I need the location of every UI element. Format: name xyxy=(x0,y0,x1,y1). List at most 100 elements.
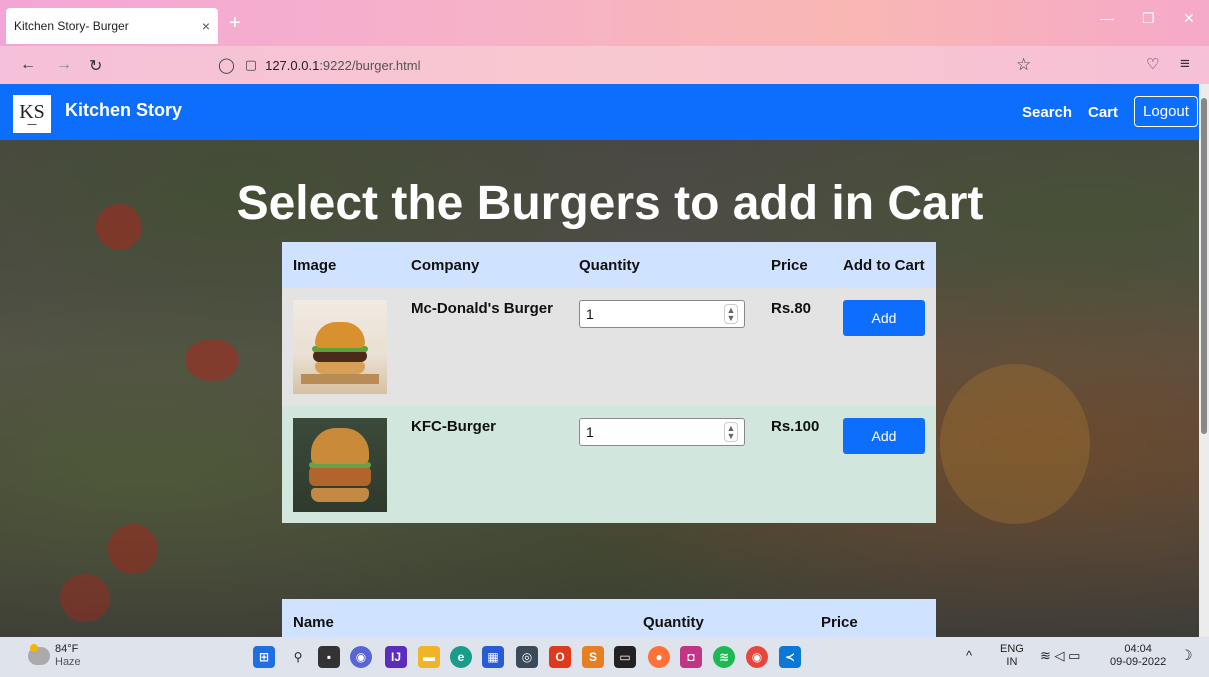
file-explorer-icon[interactable]: ▬ xyxy=(418,646,440,668)
store-icon[interactable]: ▦ xyxy=(482,646,504,668)
browser-tabbar: Kitchen Story- Burger × + — ❐ ✕ xyxy=(0,0,1209,46)
hamburger-menu-icon[interactable]: ≡ xyxy=(1180,54,1190,74)
spinner-icon[interactable]: ▲ ▼ xyxy=(724,304,738,324)
sublime-icon[interactable]: S xyxy=(582,646,604,668)
wifi-volume-battery-icon[interactable]: ≋ ◁ ▭ xyxy=(1040,649,1080,662)
clock-time: 04:04 xyxy=(1124,643,1152,655)
column-header: Company xyxy=(411,256,480,274)
column-header: Price xyxy=(771,256,808,274)
chrome-icon[interactable]: ◉ xyxy=(746,646,768,668)
salad-decoration xyxy=(940,364,1090,524)
spotify-icon[interactable]: ≋ xyxy=(713,646,735,668)
close-tab-icon[interactable]: × xyxy=(202,18,210,34)
pocket-icon[interactable]: ♡ xyxy=(1146,55,1159,73)
logo-underline: ▬▬▬ xyxy=(27,122,37,126)
column-header: Quantity xyxy=(643,614,704,631)
quantity-input[interactable]: 1 ▲ ▼ xyxy=(579,418,745,446)
restore-icon[interactable]: ❐ xyxy=(1142,10,1155,27)
tomato-decoration xyxy=(185,339,239,381)
url-path: :9222/burger.html xyxy=(319,57,421,73)
new-tab-icon[interactable]: + xyxy=(229,12,241,35)
tomato-decoration xyxy=(60,574,110,622)
windows-taskbar: 84°F Haze ⊞ ⚲ ▪ ◉ IJ ▬ e ▦ ◎ O S ▭ ● ◘ ≋… xyxy=(0,637,1209,677)
browser-toolbar: ← → ↻ ◯ ▢ 127.0.0.1 :9222/burger.html ☆ … xyxy=(0,46,1209,84)
url-host: 127.0.0.1 xyxy=(265,57,320,73)
back-icon[interactable]: ← xyxy=(20,56,36,74)
kitchen-story-logo[interactable]: KS ▬▬▬ xyxy=(13,95,51,133)
page-viewport: KS ▬▬▬ Kitchen Story Search Cart Logout … xyxy=(0,84,1209,637)
weather-icon xyxy=(28,644,50,665)
windows-start-icon[interactable]: ⊞ xyxy=(253,646,275,668)
column-header: Image xyxy=(293,256,337,274)
bookmark-star-icon[interactable]: ☆ xyxy=(1016,55,1031,75)
action-cell: Add xyxy=(832,406,936,523)
product-table: Image Company Quantity Price Add to Cart… xyxy=(282,242,936,523)
column-header: Price xyxy=(821,614,858,631)
quantity-value: 1 xyxy=(586,424,594,440)
terminal-icon[interactable]: ▭ xyxy=(614,646,636,668)
page-title: Select the Burgers to add in Cart xyxy=(236,177,984,230)
scrollbar-thumb[interactable] xyxy=(1201,98,1207,434)
brand-name[interactable]: Kitchen Story xyxy=(65,100,182,121)
region-code: IN xyxy=(1006,656,1018,668)
image-cell xyxy=(282,288,400,406)
browser-tab[interactable]: Kitchen Story- Burger × xyxy=(6,8,218,44)
forward-icon[interactable]: → xyxy=(56,56,72,74)
language-indicator[interactable]: ENG IN xyxy=(1000,643,1024,669)
top-navbar: KS ▬▬▬ Kitchen Story Search Cart Logout xyxy=(0,84,1199,140)
clock-date: 09-09-2022 xyxy=(1110,656,1167,668)
add-to-cart-button[interactable]: Add xyxy=(843,418,925,454)
quantity-value: 1 xyxy=(586,306,594,322)
company-cell: KFC-Burger xyxy=(411,418,496,435)
weather-condition: Haze xyxy=(55,656,81,668)
tab-title: Kitchen Story- Burger xyxy=(14,19,129,33)
cart-label: Cart xyxy=(1088,104,1119,121)
chat-icon[interactable]: ◉ xyxy=(350,646,372,668)
price-cell: Rs.100 xyxy=(771,418,820,435)
logout-button[interactable]: Logout xyxy=(1134,96,1198,127)
address-bar[interactable]: ◯ ▢ 127.0.0.1 :9222/burger.html xyxy=(218,53,1038,77)
page-icon: ▢ xyxy=(244,57,258,72)
nav-cart-link[interactable]: Cart xyxy=(1088,104,1118,121)
instagram-icon[interactable]: ◘ xyxy=(680,646,702,668)
column-header: Name xyxy=(293,614,334,631)
shield-icon: ◯ xyxy=(218,57,235,74)
eclipse-icon[interactable]: ◎ xyxy=(516,646,538,668)
price-cell: Rs.80 xyxy=(771,300,812,317)
clock[interactable]: 04:04 09-09-2022 xyxy=(1110,643,1166,669)
logo-text: KS xyxy=(19,101,45,123)
quantity-cell: 1 ▲ ▼ xyxy=(568,288,760,406)
close-window-icon[interactable]: ✕ xyxy=(1183,10,1195,27)
cart-table-header: Name Quantity Price xyxy=(282,599,936,637)
add-to-cart-button[interactable]: Add xyxy=(843,300,925,336)
table-row: Mc-Donald's Burger 1 ▲ ▼ Rs.80 Add xyxy=(282,288,936,406)
quantity-cell: 1 ▲ ▼ xyxy=(568,406,760,523)
office-icon[interactable]: O xyxy=(549,646,571,668)
mcdonalds-burger-image xyxy=(293,300,387,394)
language-code: ENG xyxy=(1000,643,1024,655)
reload-icon[interactable]: ↻ xyxy=(89,56,102,76)
tray-chevron-icon[interactable]: ^ xyxy=(966,649,972,662)
search-icon[interactable]: ⚲ xyxy=(287,646,309,668)
nav-search-link[interactable]: Search xyxy=(1022,104,1072,121)
action-cell: Add xyxy=(832,288,936,406)
column-header: Add to Cart xyxy=(843,256,925,274)
table-row: KFC-Burger 1 ▲ ▼ Rs.100 Add xyxy=(282,406,936,523)
vscode-icon[interactable]: ≺ xyxy=(779,646,801,668)
weather-widget[interactable]: 84°F Haze xyxy=(28,643,81,669)
image-cell xyxy=(282,406,400,523)
notification-icon[interactable]: ☽ xyxy=(1180,648,1193,662)
edge-icon[interactable]: e xyxy=(450,646,472,668)
table-header-row: Image Company Quantity Price Add to Cart xyxy=(282,242,936,288)
column-header: Quantity xyxy=(579,256,640,274)
spinner-icon[interactable]: ▲ ▼ xyxy=(724,422,738,442)
intellij-icon[interactable]: IJ xyxy=(385,646,407,668)
quantity-input[interactable]: 1 ▲ ▼ xyxy=(579,300,745,328)
tomato-decoration xyxy=(108,524,158,574)
kfc-burger-image xyxy=(293,418,387,512)
task-view-icon[interactable]: ▪ xyxy=(318,646,340,668)
page-scrollbar[interactable] xyxy=(1199,84,1209,637)
minimize-icon[interactable]: — xyxy=(1100,10,1114,26)
temperature: 84°F xyxy=(55,643,79,655)
firefox-icon[interactable]: ● xyxy=(648,646,670,668)
